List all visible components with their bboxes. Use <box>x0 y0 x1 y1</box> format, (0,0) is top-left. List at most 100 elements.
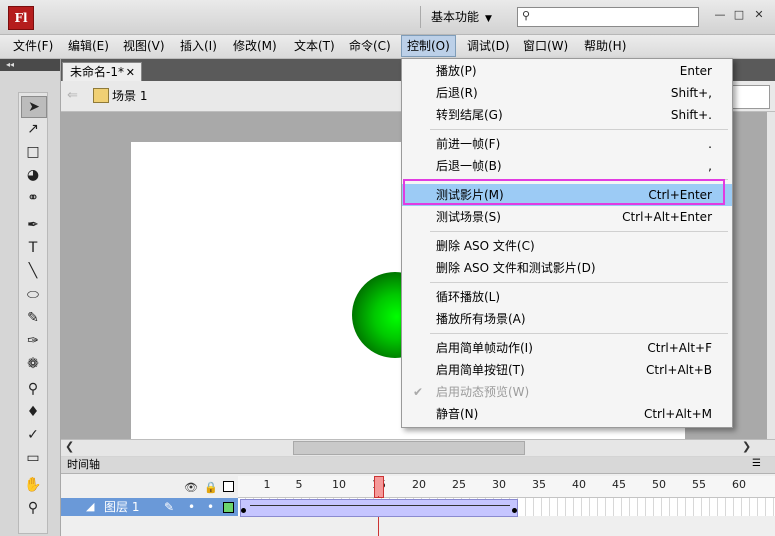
menu-separator <box>430 231 728 232</box>
search-input[interactable]: ⚲ <box>517 7 699 27</box>
menu-debug[interactable]: 调试(D) <box>462 35 515 57</box>
layer-color-box[interactable] <box>223 502 234 513</box>
selection-tool-icon[interactable]: ➤ <box>21 96 47 118</box>
ruler-tick-label: 25 <box>452 478 466 491</box>
menu-insert[interactable]: 插入(I) <box>175 35 222 57</box>
back-arrow-icon[interactable]: ⇐ <box>67 88 78 103</box>
3d-rotation-tool-icon[interactable]: ◕ <box>21 165 45 185</box>
tools-panel-collapse[interactable]: ◂◂ <box>0 59 60 71</box>
menu-text[interactable]: 文本(T) <box>289 35 340 57</box>
close-icon[interactable]: ✕ <box>752 8 766 22</box>
ruler-tick-label: 60 <box>732 478 746 491</box>
end-keyframe[interactable] <box>512 508 517 513</box>
ruler-tick-label: 5 <box>295 478 303 491</box>
menu-item-live-preview[interactable]: ✔ 启用动态预览(W) <box>402 381 732 403</box>
ruler-tick-label: 30 <box>492 478 506 491</box>
tween-arrow <box>250 505 510 506</box>
lasso-tool-icon[interactable]: ⚭ <box>21 188 45 208</box>
menu-control[interactable]: 控制(O) <box>401 35 456 57</box>
bone-tool-icon[interactable]: ⚲ <box>21 379 45 399</box>
pen-tool-icon[interactable]: ✒ <box>21 215 45 235</box>
eye-icon[interactable]: 👁 <box>184 481 198 494</box>
menu-item-simple-frame-actions[interactable]: 启用简单帧动作(I) Ctrl+Alt+F <box>402 337 732 359</box>
scroll-right-icon[interactable]: ❯ <box>742 440 751 453</box>
menu-commands[interactable]: 命令(C) <box>344 35 396 57</box>
menu-window[interactable]: 窗口(W) <box>518 35 573 57</box>
menu-modify[interactable]: 修改(M) <box>228 35 282 57</box>
menu-item-play-all-scenes[interactable]: 播放所有场景(A) <box>402 308 732 330</box>
ruler-tick-label: 35 <box>532 478 546 491</box>
scrollbar-thumb[interactable] <box>293 441 525 455</box>
menu-edit[interactable]: 编辑(E) <box>63 35 114 57</box>
eyedropper-tool-icon[interactable]: ✓ <box>21 425 45 445</box>
app-logo: Fl <box>8 6 34 30</box>
workspace-switcher[interactable]: 基本功能 ▼ <box>420 6 519 28</box>
eraser-tool-icon[interactable]: ▭ <box>21 448 45 468</box>
menu-bar: 文件(F) 编辑(E) 视图(V) 插入(I) 修改(M) 文本(T) 命令(C… <box>0 35 775 59</box>
vertical-scrollbar[interactable] <box>767 112 775 439</box>
chevron-down-icon: ▼ <box>485 14 492 24</box>
timeline-header <box>61 457 775 474</box>
document-tab-label: 未命名-1* <box>70 65 124 79</box>
oval-tool-icon[interactable]: ⬭ <box>21 285 45 305</box>
menu-item-mute[interactable]: 静音(N) Ctrl+Alt+M <box>402 403 732 425</box>
subselection-tool-icon[interactable]: ↗ <box>21 119 45 139</box>
zoom-tool-icon[interactable]: ⚲ <box>21 498 45 518</box>
lock-dot[interactable]: • <box>207 500 214 514</box>
maximize-icon[interactable]: □ <box>732 8 746 22</box>
layer-icon: ◢ <box>86 500 95 513</box>
menu-separator <box>430 129 728 130</box>
timeline-title[interactable]: 时间轴 <box>67 458 100 472</box>
menu-item-play[interactable]: 播放(P) Enter <box>402 60 732 82</box>
ruler-tick-label: 45 <box>612 478 626 491</box>
deco-tool-icon[interactable]: ❁ <box>21 354 45 374</box>
ruler-tick-label: 10 <box>332 478 346 491</box>
ruler-tick-label: 40 <box>572 478 586 491</box>
outline-icon[interactable] <box>223 481 234 492</box>
control-menu-dropdown: 播放(P) Enter 后退(R) Shift+, 转到结尾(G) Shift+. 前… <box>401 58 733 428</box>
zoom-select[interactable] <box>728 85 770 109</box>
start-keyframe[interactable] <box>241 508 246 513</box>
scene-label[interactable]: 场景 1 <box>112 88 147 104</box>
tools-column: ➤ ↗ □ ◕ ⚭ ✒ T ╲ ⬭ ✎ ✑ ❁ ⚲ ♦ ✓ ▭ ✋ ⚲ <box>18 92 48 534</box>
pencil-tool-icon[interactable]: ✎ <box>21 308 45 328</box>
scroll-left-icon[interactable]: ❮ <box>65 440 74 453</box>
menu-separator <box>430 333 728 334</box>
hand-tool-icon[interactable]: ✋ <box>21 475 45 495</box>
menu-item-loop-playback[interactable]: 循环播放(L) <box>402 286 732 308</box>
panel-menu-icon[interactable]: ☰ <box>752 458 761 469</box>
checkmark-icon: ✔ <box>412 385 424 399</box>
menu-item-step-forward[interactable]: 前进一帧(F). <box>402 133 732 155</box>
paint-bucket-tool-icon[interactable]: ♦ <box>21 402 45 422</box>
minimize-icon[interactable]: — <box>713 8 727 22</box>
menu-item-go-to-end[interactable]: 转到结尾(G) Shift+. <box>402 104 732 126</box>
lock-icon[interactable]: 🔒 <box>204 481 218 494</box>
scene-icon <box>93 88 109 103</box>
ruler-tick-label: 50 <box>652 478 666 491</box>
menu-item-test-scene[interactable]: 测试场景(S) Ctrl+Alt+Enter <box>402 206 732 228</box>
brush-tool-icon[interactable]: ✑ <box>21 331 45 351</box>
menu-item-delete-aso[interactable]: 删除 ASO 文件(C) <box>402 235 732 257</box>
ruler-tick-label: 55 <box>692 478 706 491</box>
text-tool-icon[interactable]: T <box>21 238 45 258</box>
search-icon: ⚲ <box>522 9 531 22</box>
menu-separator <box>430 282 728 283</box>
playhead[interactable] <box>374 476 384 498</box>
free-transform-tool-icon[interactable]: □ <box>21 142 45 162</box>
menu-item-rewind[interactable]: 后退(R) Shift+, <box>402 82 732 104</box>
annotation-highlight-box <box>403 179 725 205</box>
menu-item-simple-buttons[interactable]: 启用简单按钮(T) Ctrl+Alt+B <box>402 359 732 381</box>
menu-item-step-backward[interactable]: 后退一帧(B), <box>402 155 732 177</box>
menu-view[interactable]: 视图(V) <box>118 35 170 57</box>
menu-file[interactable]: 文件(F) <box>8 35 58 57</box>
layer-name[interactable]: 图层 1 <box>104 500 139 514</box>
menu-help[interactable]: 帮助(H) <box>579 35 631 57</box>
pencil-icon: ✎ <box>164 500 175 514</box>
document-tab[interactable]: 未命名-1* ✕ <box>62 62 142 81</box>
close-icon[interactable]: ✕ <box>126 63 135 82</box>
visibility-dot[interactable]: • <box>188 500 195 514</box>
ruler-tick-label: 20 <box>412 478 426 491</box>
motion-tween-span[interactable] <box>240 499 518 517</box>
menu-item-delete-aso-and-test[interactable]: 删除 ASO 文件和测试影片(D) <box>402 257 732 279</box>
line-tool-icon[interactable]: ╲ <box>21 261 45 281</box>
